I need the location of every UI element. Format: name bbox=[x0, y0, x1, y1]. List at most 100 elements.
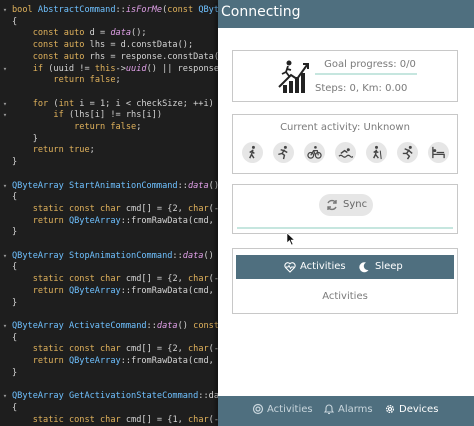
code-line bbox=[0, 86, 218, 98]
sync-button[interactable]: Sync bbox=[319, 194, 373, 216]
bottom-navigation: Activities Alarms Devices bbox=[218, 396, 474, 426]
code-line: const auto d = data(); bbox=[0, 27, 218, 39]
sleep-mode-button[interactable]: Sleep bbox=[358, 255, 408, 279]
code-text: QByteArray StartAnimationCommand::data()… bbox=[12, 180, 218, 191]
code-line: ▾ QByteArray ActivateCommand::data() cons… bbox=[0, 320, 218, 332]
title-bar: Connecting bbox=[218, 0, 474, 28]
fold-marker[interactable] bbox=[0, 261, 10, 273]
mode-segmented-control: Activities Sleep bbox=[236, 255, 454, 279]
bed-icon bbox=[432, 146, 445, 159]
fold-marker[interactable] bbox=[0, 203, 10, 215]
fold-marker[interactable] bbox=[0, 355, 10, 367]
fold-marker[interactable]: ▾ bbox=[0, 4, 10, 16]
fold-marker[interactable]: ▾ bbox=[0, 320, 10, 332]
code-text: { bbox=[12, 332, 18, 343]
code-line: return false; bbox=[0, 121, 218, 133]
moon-icon bbox=[359, 262, 369, 273]
bike-icon bbox=[307, 146, 322, 159]
activity-hiking-button[interactable] bbox=[366, 142, 387, 163]
code-text: static const char cmd[] = {2, char(-1), bbox=[32, 203, 218, 214]
code-text: return QByteArray::fromRawData(cmd, size bbox=[32, 285, 214, 296]
fold-marker[interactable]: ▾ bbox=[0, 180, 10, 192]
code-line: return QByteArray::fromRawData(cmd, size bbox=[0, 355, 218, 367]
fold-marker[interactable] bbox=[0, 273, 10, 285]
code-text: static const char cmd[] = {2, char(-1), bbox=[32, 274, 218, 285]
code-text: return false; bbox=[53, 75, 121, 86]
nav-tab-activities-label: Activities bbox=[267, 404, 313, 415]
code-line: { bbox=[0, 402, 218, 414]
fold-marker[interactable] bbox=[0, 285, 10, 297]
sync-card: Sync bbox=[232, 184, 458, 234]
fitness-app-window: Connecting Goal progress: 0/0 Steps: 0, … bbox=[218, 0, 474, 426]
fold-marker[interactable] bbox=[0, 238, 10, 250]
fold-marker[interactable] bbox=[0, 16, 10, 28]
fold-marker[interactable] bbox=[0, 168, 10, 180]
code-text: const auto lhs = d.constData(); bbox=[32, 40, 194, 51]
activity-running-button[interactable] bbox=[273, 142, 294, 163]
fold-marker[interactable] bbox=[0, 297, 10, 309]
activity-sleeping-button[interactable] bbox=[428, 142, 449, 163]
fold-marker[interactable] bbox=[0, 402, 10, 414]
code-line: ▾ QByteArray GetActivationStateCommand::d… bbox=[0, 390, 218, 402]
code-text: static const char cmd[] = {2, char(-1), bbox=[32, 344, 218, 355]
sync-progress-bar bbox=[237, 227, 453, 229]
code-line: ▾ QByteArray StopAnimationCommand::data()… bbox=[0, 250, 218, 262]
code-text: const auto rhs = response.constData(); bbox=[32, 51, 218, 62]
code-text: const auto d = data(); bbox=[32, 28, 147, 39]
activity-walking-button[interactable] bbox=[242, 142, 263, 163]
mode-status-label: Activities bbox=[322, 291, 368, 302]
fold-marker[interactable]: ▾ bbox=[0, 390, 10, 402]
fold-marker[interactable] bbox=[0, 39, 10, 51]
fold-marker[interactable] bbox=[0, 332, 10, 344]
fold-marker[interactable] bbox=[0, 367, 10, 379]
fold-marker[interactable]: ▾ bbox=[0, 63, 10, 75]
goal-progress-label: Goal progress: 0/0 bbox=[324, 59, 416, 70]
fold-marker[interactable] bbox=[0, 215, 10, 227]
activity-cycling-button[interactable] bbox=[304, 142, 325, 163]
fold-marker[interactable] bbox=[0, 133, 10, 145]
code-line: ▾ bool AbstractCommand::isForMe(const QBy… bbox=[0, 4, 218, 16]
code-line: ▾ QByteArray StartAnimationCommand::data(… bbox=[0, 180, 218, 192]
nav-tab-alarms[interactable]: Alarms bbox=[323, 396, 379, 426]
code-text: } bbox=[12, 133, 38, 144]
activity-sprinting-button[interactable] bbox=[397, 142, 418, 163]
fold-marker[interactable] bbox=[0, 343, 10, 355]
sprint-icon bbox=[402, 145, 413, 160]
fold-marker[interactable]: ▾ bbox=[0, 250, 10, 262]
fold-marker[interactable]: ▾ bbox=[0, 109, 10, 121]
fold-marker[interactable] bbox=[0, 121, 10, 133]
run-icon bbox=[278, 145, 288, 160]
fold-marker[interactable] bbox=[0, 86, 10, 98]
code-text: if (lhs[i] != rhs[i]) bbox=[53, 110, 163, 121]
fold-marker[interactable] bbox=[0, 156, 10, 168]
nav-tab-activities[interactable]: Activities bbox=[252, 396, 318, 426]
code-text: if (uuid != this->uuid() || response.siz… bbox=[32, 63, 218, 74]
fold-marker[interactable] bbox=[0, 414, 10, 426]
fold-marker[interactable] bbox=[0, 308, 10, 320]
fold-marker[interactable] bbox=[0, 27, 10, 39]
code-line: } bbox=[0, 133, 218, 145]
fold-marker[interactable]: ▾ bbox=[0, 98, 10, 110]
code-text: { bbox=[12, 16, 18, 27]
fold-marker[interactable] bbox=[0, 74, 10, 86]
code-editor[interactable]: ▾ bool AbstractCommand::isForMe(const QBy… bbox=[0, 0, 218, 426]
activities-mode-button[interactable]: Activities bbox=[284, 255, 352, 279]
fold-marker[interactable] bbox=[0, 144, 10, 156]
fold-marker[interactable] bbox=[0, 51, 10, 63]
nav-tab-devices[interactable]: Devices bbox=[384, 396, 444, 426]
code-line: { bbox=[0, 16, 218, 28]
fold-marker[interactable] bbox=[0, 378, 10, 390]
code-line: ▾ if (lhs[i] != rhs[i]) bbox=[0, 109, 218, 121]
code-text: return QByteArray::fromRawData(cmd, size bbox=[32, 215, 214, 226]
fold-marker[interactable] bbox=[0, 226, 10, 238]
window-title: Connecting bbox=[221, 4, 301, 20]
code-line: } bbox=[0, 156, 218, 168]
fold-marker[interactable] bbox=[0, 191, 10, 203]
activities-mode-label: Activities bbox=[300, 261, 346, 272]
code-line: { bbox=[0, 261, 218, 273]
sleep-mode-label: Sleep bbox=[375, 261, 403, 272]
swim-icon bbox=[338, 148, 353, 158]
activity-swimming-button[interactable] bbox=[335, 142, 356, 163]
code-text: bool AbstractCommand::isForMe(const QByt… bbox=[12, 5, 218, 15]
code-text: return QByteArray::fromRawData(cmd, size bbox=[32, 356, 214, 366]
